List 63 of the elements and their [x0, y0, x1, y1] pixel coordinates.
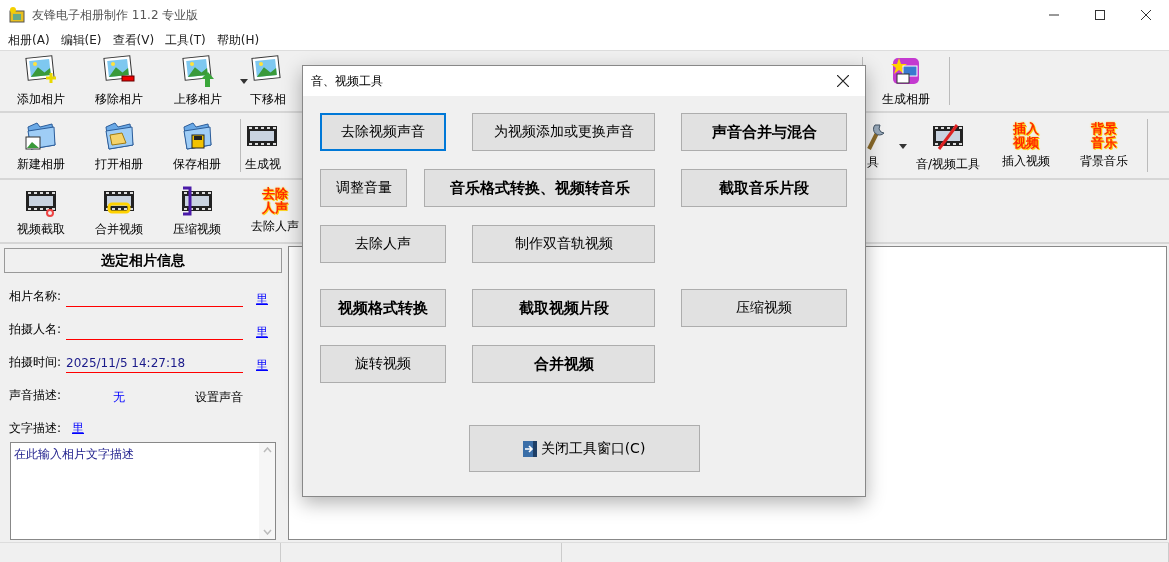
menu-item[interactable]: 帮助(H) — [212, 31, 267, 49]
tool-button[interactable]: 合并视频 — [472, 345, 655, 383]
exit-icon — [522, 440, 537, 457]
toolbar-button[interactable]: 上移相片 — [158, 51, 250, 111]
tool-button[interactable]: 为视频添加或更换声音 — [472, 113, 655, 151]
dialog-title: 音、视频工具 — [311, 72, 383, 90]
field-label: 拍摄人名: — [9, 321, 63, 338]
edit-link[interactable]: 里 — [256, 349, 268, 374]
toolbar-button[interactable]: 音/视频工具 — [909, 113, 987, 178]
input-field[interactable]: 2025/11/5 14:27:18 — [66, 352, 243, 373]
toolbar-button[interactable]: 添加相片 — [2, 51, 80, 111]
edit-link[interactable]: 里 — [256, 283, 268, 308]
tool-button[interactable]: 旋转视频 — [320, 345, 446, 383]
tool-button[interactable]: 去除视频声音 — [320, 113, 446, 151]
close-icon — [1141, 10, 1151, 20]
tool-button[interactable]: 截取音乐片段 — [681, 169, 847, 207]
text-icon: 背景 音乐 — [1091, 121, 1117, 150]
edit-link[interactable]: 里 — [72, 415, 84, 437]
toolbar-button[interactable]: 压缩视频 — [158, 180, 236, 242]
field-label: 拍摄时间: — [9, 354, 63, 371]
field-label: 相片名称: — [9, 288, 63, 305]
caret-icon[interactable] — [897, 141, 909, 150]
menu-item[interactable]: 相册(A) — [4, 31, 57, 49]
toolbar-button[interactable]: 视频截取 — [2, 180, 80, 242]
maximize-icon — [1095, 10, 1105, 20]
toolbar-button[interactable]: 生成视 — [245, 113, 293, 178]
window-title: 友锋电子相册制作 11.2 专业版 — [32, 6, 199, 24]
panel-header: 选定相片信息 — [4, 248, 282, 273]
caret-icon[interactable] — [238, 77, 250, 85]
toolbar-button[interactable]: 保存相册 — [158, 113, 236, 178]
tool-button[interactable]: 声音合并与混合 — [681, 113, 847, 151]
edit-link[interactable]: 里 — [256, 316, 268, 341]
toolbar-button[interactable]: 背景 音乐 背景音乐 — [1065, 113, 1143, 178]
tool-button[interactable]: 视频格式转换 — [320, 289, 446, 327]
menu-item[interactable]: 编辑(E) — [56, 31, 109, 49]
tool-button[interactable]: 压缩视频 — [681, 289, 847, 327]
photo-icon — [181, 54, 215, 88]
toolbar-button[interactable]: 新建相册 — [2, 113, 80, 178]
toolbar-button[interactable]: 去除 人声 去除人声 — [236, 180, 314, 242]
tool-button[interactable]: 制作双音轨视频 — [472, 225, 655, 263]
tool-button[interactable]: 截取视频片段 — [472, 289, 655, 327]
toolbar-button[interactable]: 下移相 — [250, 51, 298, 111]
text-icon: 插入 视频 — [1013, 121, 1039, 150]
toolbar-button[interactable]: 生成相册 — [867, 51, 945, 111]
field-label: 文字描述: — [9, 420, 63, 437]
toolbar-button[interactable]: 合并视频 — [80, 180, 158, 242]
toolbar-button[interactable]: 移除相片 — [80, 51, 158, 111]
menu-item[interactable]: 工具(T) — [161, 31, 213, 49]
film-clamp-icon — [180, 184, 214, 218]
close-window-button[interactable]: 关闭工具窗口(C) — [468, 425, 700, 472]
app-icon — [8, 6, 26, 24]
text-icon: 去除 人声 — [262, 187, 288, 215]
toolbar-button[interactable]: 插入 视频 插入视频 — [987, 113, 1065, 178]
toolbar-button[interactable]: 打开相册 — [80, 113, 158, 178]
field-label: 声音描述: — [9, 387, 63, 404]
tool-button[interactable]: 调整音量 — [320, 169, 407, 207]
sound-value: 无 — [113, 389, 125, 406]
set-sound-link[interactable]: 设置声音 — [195, 382, 243, 406]
tool-button[interactable]: 音乐格式转换、视频转音乐 — [424, 169, 655, 207]
tool-button[interactable]: 去除人声 — [320, 225, 446, 263]
close-icon — [837, 75, 849, 87]
toolbar-button[interactable]: 具 — [867, 113, 909, 178]
menu-item[interactable]: 查看(V) — [108, 31, 162, 49]
